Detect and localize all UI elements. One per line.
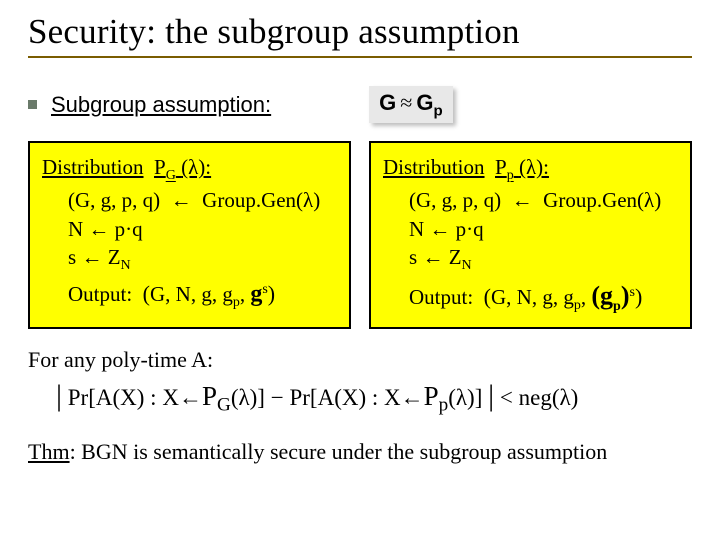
pp-out-comma: ,: [581, 285, 586, 309]
pg-l3-a: s: [68, 245, 76, 269]
probability-inequality: | Pr[A(X) : X←PG(λ)] − Pr[A(X) : X←Pp(λ)…: [28, 379, 692, 417]
pp-out-gp-open: (g: [591, 281, 613, 310]
subgroup-assumption-label: Subgroup assumption:: [51, 92, 271, 118]
pg-out-close: ): [268, 281, 275, 306]
br-close2: ]: [475, 385, 483, 410]
title-rule: [28, 56, 692, 58]
left-arrow-icon: ←: [422, 245, 443, 269]
abs-close: |: [488, 379, 494, 412]
pp-header-prefix: Distribution: [383, 155, 485, 179]
br-open2: [: [310, 385, 318, 410]
pg-out-body: G, N, g, g: [150, 282, 233, 306]
distribution-pp-box: Distribution Pp (λ): (G, g, p, q) ← Grou…: [369, 141, 692, 329]
pp-line1: (G, g, p, q) ← Group.Gen(λ): [383, 186, 680, 214]
pp-line2: N ← p·q: [383, 215, 680, 243]
pg-out-label: Output:: [68, 282, 132, 306]
pg-line2: N ← p·q: [42, 215, 339, 243]
pg-l2-b: p·q: [115, 217, 143, 241]
pp-l2-a: N: [409, 217, 424, 241]
pp-header-psub: p: [507, 169, 514, 184]
pr1: Pr: [68, 385, 88, 410]
pp-l1-b: Group.Gen(λ): [543, 188, 661, 212]
pp-out-gp: (gp): [591, 281, 629, 310]
lt: <: [500, 385, 519, 410]
pp-l3-b: Z: [449, 245, 462, 269]
pg-l1-a: (G, g, p, q): [68, 188, 160, 212]
pg-l3-bsub: N: [121, 258, 131, 273]
heading-row: Subgroup assumption: G≈Gp: [28, 86, 692, 123]
pp-l3-bsub: N: [462, 258, 472, 273]
left-arrow-icon: ←: [512, 188, 533, 212]
p2sub: p: [439, 395, 449, 416]
ax2: A(X) : X: [318, 385, 401, 410]
neg-lambda: neg(λ): [519, 385, 579, 410]
pg-l1-b: Group.Gen(λ): [202, 188, 320, 212]
theorem: Thm: BGN is semantically secure under th…: [28, 439, 692, 465]
pp-out-body-sub: p: [574, 298, 581, 313]
g-left: G: [379, 90, 396, 115]
pr2: Pr: [289, 385, 309, 410]
p2arg: (λ): [448, 385, 474, 410]
pp-header-lam: (λ):: [519, 155, 549, 179]
pg-header: Distribution PG (λ):: [42, 153, 339, 186]
pp-header: Distribution Pp (λ):: [383, 153, 680, 186]
pg-line1: (G, g, p, q) ← Group.Gen(λ): [42, 186, 339, 214]
left-arrow-icon: ←: [401, 385, 424, 410]
g-approx-gp-box: G≈Gp: [369, 86, 453, 123]
br-close1: ]: [257, 385, 265, 410]
left-arrow-icon: ←: [179, 385, 202, 410]
thm-label: Thm: [28, 439, 70, 464]
approx-symbol: ≈: [396, 90, 416, 115]
pp-out-label: Output:: [409, 285, 473, 309]
pp-output: Output: (G, N, g, gp, (gp)s): [383, 278, 680, 317]
pg-line3: s ← ZN: [42, 243, 339, 276]
slide: Security: the subgroup assumption Subgro…: [0, 0, 720, 540]
pg-output: Output: (G, N, g, gp, gs): [42, 278, 339, 313]
p1sub: G: [217, 395, 231, 416]
left-arrow-icon: ←: [171, 188, 192, 212]
pg-out-comma: ,: [240, 282, 245, 306]
pp-out-body: G, N, g, g: [491, 285, 574, 309]
ax1: A(X) : X: [96, 385, 179, 410]
g-right: G: [416, 90, 433, 115]
minus: −: [271, 385, 290, 410]
abs-open: |: [56, 379, 62, 412]
slide-title: Security: the subgroup assumption: [28, 12, 692, 52]
title-wrap: Security: the subgroup assumption: [28, 12, 692, 64]
pg-header-p: P: [154, 155, 166, 179]
g-approx-gp: G≈Gp: [379, 90, 443, 119]
distribution-pg-box: Distribution PG (λ): (G, g, p, q) ← Grou…: [28, 141, 351, 329]
p1arg: (λ): [231, 385, 257, 410]
g-right-sub: p: [433, 102, 442, 119]
pg-out-g: g: [250, 281, 262, 307]
for-any-poly-time: For any poly-time A:: [28, 347, 692, 373]
bullet-icon: [28, 100, 37, 109]
thm-body: : BGN is semantically secure under the s…: [70, 439, 608, 464]
pp-out-open: (: [484, 284, 491, 309]
pg-header-psub: G: [166, 169, 176, 184]
pg-l3-b: Z: [108, 245, 121, 269]
pg-header-lam: (λ):: [181, 155, 211, 179]
pp-l2-b: p·q: [456, 217, 484, 241]
left-arrow-icon: ←: [81, 245, 102, 269]
pp-out-close: ): [635, 284, 642, 309]
p2: P: [424, 381, 439, 411]
pp-header-p: P: [495, 155, 507, 179]
br-open1: [: [88, 385, 96, 410]
p1: P: [202, 381, 217, 411]
pg-l2-a: N: [68, 217, 83, 241]
left-arrow-icon: ←: [88, 217, 109, 241]
pp-l3-a: s: [409, 245, 417, 269]
pg-out-body-sub: p: [233, 295, 240, 310]
pp-out-gp-sub: p: [613, 299, 621, 314]
pp-l1-a: (G, g, p, q): [409, 188, 501, 212]
distribution-boxes: Distribution PG (λ): (G, g, p, q) ← Grou…: [28, 141, 692, 329]
left-arrow-icon: ←: [429, 217, 450, 241]
pp-line3: s ← ZN: [383, 243, 680, 276]
pg-out-open: (: [143, 281, 150, 306]
pg-header-prefix: Distribution: [42, 155, 144, 179]
